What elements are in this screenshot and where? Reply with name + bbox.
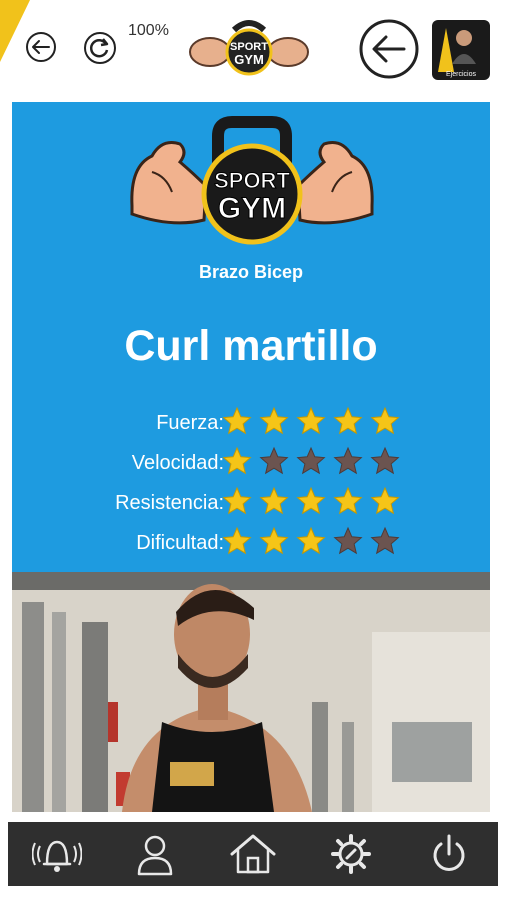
- exercise-photo: [12, 572, 490, 812]
- gear-wrench-icon: [331, 834, 371, 874]
- rating-row-dificultad: Dificultad:: [12, 526, 490, 566]
- rating-row-resistencia: Resistencia:: [12, 486, 490, 526]
- arrow-left-icon: [26, 32, 56, 62]
- star-filled-icon: [296, 406, 326, 435]
- rating-row-fuerza: Fuerza:: [12, 406, 490, 446]
- sportgym-logo-small: SPORT GYM: [189, 20, 309, 76]
- ratings-list: Fuerza: Velocidad: Resistencia: Dificult…: [12, 406, 490, 566]
- rating-row-velocidad: Velocidad:: [12, 446, 490, 486]
- star-empty-icon: [370, 526, 400, 555]
- rating-label: Velocidad:: [131, 452, 224, 474]
- star-filled-icon: [222, 526, 252, 555]
- arrow-left-icon: [359, 19, 419, 79]
- top-bar: 100% SPORT GYM Ejercicios: [0, 0, 506, 92]
- star-filled-icon: [222, 486, 252, 515]
- bell-icon: [32, 840, 82, 872]
- user-icon: [137, 835, 173, 876]
- star-filled-icon: [259, 486, 289, 515]
- star-filled-icon: [333, 406, 363, 435]
- sportgym-logo: SPORT GYM: [122, 116, 382, 251]
- star-empty-icon: [333, 446, 363, 475]
- logo-text-sport: SPORT: [214, 168, 290, 193]
- star-filled-icon: [259, 526, 289, 555]
- nav-power-button[interactable]: [421, 826, 477, 882]
- exercise-category: Brazo Bicep: [198, 262, 304, 282]
- exercise-photo-image: [12, 572, 490, 812]
- back-button[interactable]: [358, 18, 420, 80]
- star-filled-icon: [296, 486, 326, 515]
- star-empty-icon: [333, 526, 363, 555]
- star-empty-icon: [259, 446, 289, 475]
- nav-settings-button[interactable]: [323, 826, 379, 882]
- nav-notifications-button[interactable]: [29, 826, 85, 882]
- reload-button[interactable]: [82, 30, 118, 66]
- exercise-title: Curl martillo: [124, 322, 378, 370]
- bottom-nav: [8, 822, 498, 886]
- exercises-thumbnail-image: Ejercicios: [432, 20, 490, 80]
- rating-label: Dificultad:: [136, 532, 224, 554]
- zoom-level: 100%: [128, 22, 169, 39]
- thumb-caption: Ejercicios: [446, 71, 476, 78]
- star-filled-icon: [370, 486, 400, 515]
- rating-stars: [222, 526, 400, 556]
- star-filled-icon: [296, 526, 326, 555]
- reload-icon: [84, 32, 116, 64]
- header-logo: SPORT GYM: [186, 14, 312, 78]
- star-filled-icon: [222, 446, 252, 475]
- power-icon: [433, 834, 465, 871]
- nav-profile-button[interactable]: [127, 826, 183, 882]
- rating-stars: [222, 406, 400, 436]
- exercise-card: SPORT GYM Brazo Bicep Curl martillo Fuer…: [12, 102, 490, 572]
- star-filled-icon: [370, 406, 400, 435]
- rating-label: Resistencia:: [115, 492, 224, 514]
- rating-stars: [222, 446, 400, 476]
- rating-stars: [222, 486, 400, 516]
- nav-home-button[interactable]: [225, 826, 281, 882]
- logo-text-gym: GYM: [218, 192, 286, 225]
- small-back-button[interactable]: [24, 30, 58, 64]
- exercises-thumbnail[interactable]: Ejercicios: [432, 20, 490, 80]
- rating-label: Fuerza:: [156, 412, 224, 434]
- home-icon: [230, 834, 276, 874]
- star-filled-icon: [333, 486, 363, 515]
- star-empty-icon: [370, 446, 400, 475]
- star-empty-icon: [296, 446, 326, 475]
- star-filled-icon: [222, 406, 252, 435]
- logo-text-gym: GYM: [234, 52, 264, 67]
- star-filled-icon: [259, 406, 289, 435]
- sportgym-logo-image: SPORT GYM: [130, 116, 374, 245]
